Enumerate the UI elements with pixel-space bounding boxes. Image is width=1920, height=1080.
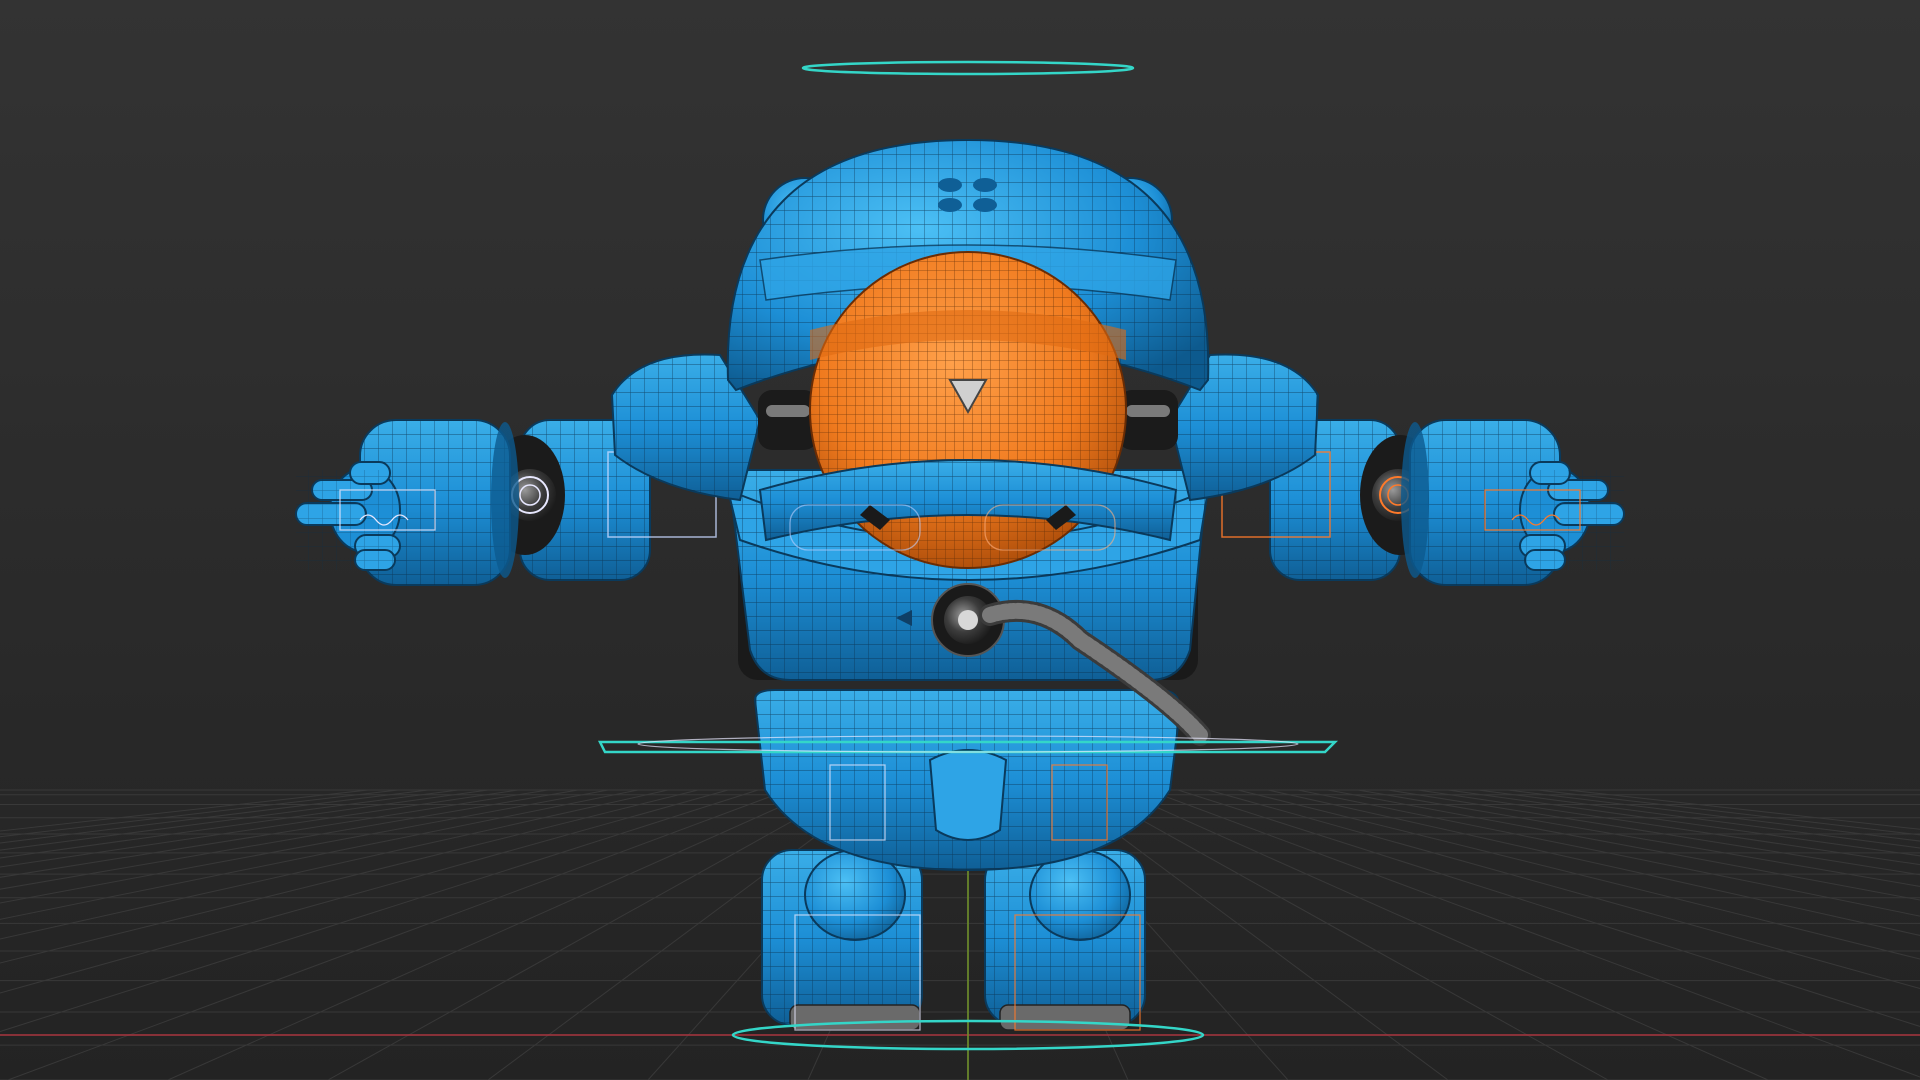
left-leg xyxy=(761,849,923,1031)
robot-model-scene xyxy=(0,0,1920,1080)
3d-viewport[interactable] xyxy=(0,0,1920,1080)
left-head-vent xyxy=(758,390,818,450)
right-leg xyxy=(984,849,1146,1031)
right-head-vent xyxy=(1118,390,1178,450)
